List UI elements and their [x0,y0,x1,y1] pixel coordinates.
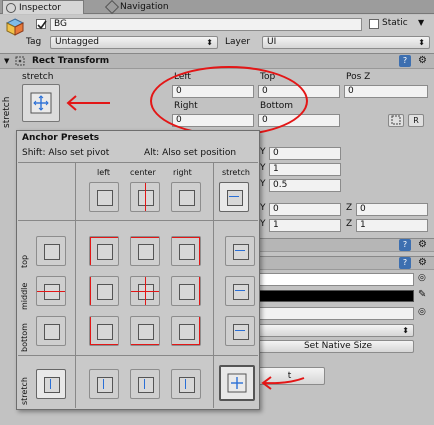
object-picker-icon[interactable]: ◎ [418,273,426,283]
preset-middle-left[interactable] [89,276,119,306]
preset-none-stretch[interactable] [36,369,66,399]
preset-none-top[interactable] [36,236,66,266]
static-checkbox[interactable] [369,19,379,29]
column-label-right: right [173,168,192,177]
anchor-vertical-label: stretch [2,96,12,128]
row-label-stretch: stretch [20,377,29,405]
preset-left-none[interactable] [89,182,119,212]
layer-label: Layer [225,37,251,47]
material-field[interactable] [258,307,414,320]
anchor-horizontal-label: stretch [22,72,54,82]
preset-stretch-none[interactable] [219,182,249,212]
z-field[interactable]: 0 [356,203,428,216]
preset-stretch-stretch[interactable] [219,365,255,401]
preset-stretch-right[interactable] [171,369,201,399]
navigation-icon [104,0,120,15]
help-icon[interactable]: ? [399,257,411,269]
preset-bottom-left[interactable] [89,316,119,346]
y-label: Y [260,147,266,157]
preset-stretch-center[interactable] [130,369,160,399]
preset-center-none[interactable] [130,182,160,212]
preset-top-right[interactable] [171,236,201,266]
divider [18,220,258,221]
z-label: Z [346,203,353,213]
preset-bottom-center[interactable] [130,316,160,346]
preset-top-stretch[interactable] [225,236,255,266]
preset-stretch-left[interactable] [89,369,119,399]
highlight-circle [150,66,308,136]
settings-gear-icon[interactable]: ⚙ [418,257,427,269]
preset-top-center[interactable] [130,236,160,266]
tab-label: Inspector [19,3,61,13]
preset-middle-center[interactable] [130,276,160,306]
shift-hint: Shift: Also set pivot [22,148,110,158]
column-label-left: left [97,168,110,177]
alt-hint: Alt: Also set position [144,148,237,158]
static-dropdown-arrow-icon[interactable]: ▼ [418,18,424,27]
preset-none-middle[interactable] [36,276,66,306]
y-label: Y [260,203,266,213]
help-icon[interactable]: ? [399,239,411,251]
annotation-arrow-icon [258,374,306,392]
column-label-stretch: stretch [222,168,250,177]
annotation-arrow-icon [64,94,112,112]
preset-bottom-stretch[interactable] [225,316,255,346]
static-label: Static [382,18,408,28]
y-field[interactable]: 1 [269,219,341,232]
object-picker-icon[interactable]: ◎ [418,307,426,317]
y-label: Y [260,163,266,173]
y-field[interactable]: 0 [269,203,341,216]
row-label-bottom: bottom [20,323,29,352]
y-label: Y [260,179,266,189]
tab-label: Navigation [120,2,169,12]
preset-middle-right[interactable] [171,276,201,306]
gameobject-cube-icon [5,17,25,37]
preset-top-left[interactable] [89,236,119,266]
stretch-stretch-icon [227,373,247,393]
preset-right-none[interactable] [171,182,201,212]
y-field[interactable]: 0 [269,147,341,160]
divider [18,355,258,356]
raw-edit-button[interactable]: R [408,114,424,127]
help-icon[interactable]: ? [399,55,411,67]
divider [213,162,214,408]
anchor-presets-title: Anchor Presets [22,133,100,143]
y-field[interactable]: 0.5 [269,179,341,192]
rect-transform-icon [14,55,26,67]
layer-dropdown[interactable]: UI ⬍ [262,36,430,49]
anchor-preset-button[interactable] [22,84,60,122]
stretch-stretch-icon [30,92,52,114]
y-label: Y [260,219,266,229]
posz-label: Pos Z [346,72,371,82]
divider [75,162,76,408]
source-image-field[interactable] [258,273,414,286]
blueprint-mode-button[interactable] [388,114,404,127]
set-native-size-button[interactable]: Set Native Size [258,340,414,353]
y-field[interactable]: 1 [269,163,341,176]
posz-field[interactable]: 0 [344,85,428,98]
active-checkbox[interactable] [36,19,47,30]
preset-middle-stretch[interactable] [225,276,255,306]
tag-label: Tag [26,37,42,47]
info-icon [6,3,16,13]
image-type-dropdown[interactable]: ⬍ [258,324,414,337]
column-label-center: center [130,168,156,177]
z-field[interactable]: 1 [356,219,428,232]
tag-dropdown[interactable]: Untagged ⬍ [50,36,218,49]
eyedropper-icon[interactable]: ✎ [418,289,426,300]
settings-gear-icon[interactable]: ⚙ [418,55,427,67]
divider [18,162,258,163]
row-label-middle: middle [20,282,29,310]
object-name-field[interactable]: BG [50,18,362,31]
settings-gear-icon[interactable]: ⚙ [418,239,427,251]
preset-none-bottom[interactable] [36,316,66,346]
tab-inspector[interactable]: Inspector [2,0,84,14]
z-label: Z [346,219,353,229]
tab-navigation[interactable]: Navigation [104,0,194,15]
row-label-top: top [20,254,29,268]
preset-bottom-right[interactable] [171,316,201,346]
color-field[interactable] [258,290,414,302]
rect-transform-title: Rect Transform [32,56,110,66]
foldout-arrow-icon[interactable]: ▼ [4,57,9,65]
